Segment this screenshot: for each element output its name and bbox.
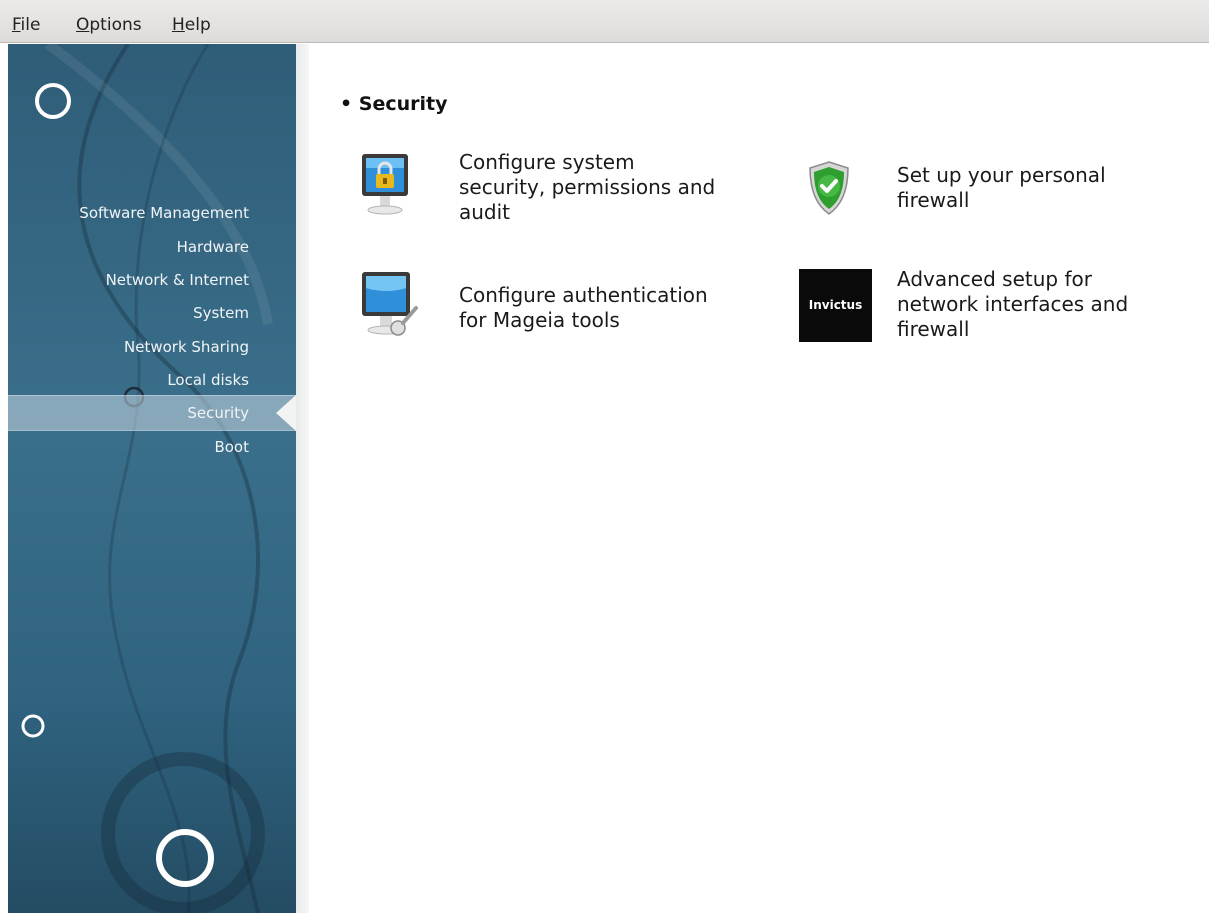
sidebar-item-hardware[interactable]: Hardware	[177, 238, 249, 256]
tool-configure-authentication[interactable]: Configure authentication for Mageia tool…	[360, 268, 760, 348]
monitor-key-icon	[362, 272, 418, 336]
sidebar-item-security[interactable]: Security	[187, 404, 249, 422]
section-title: • Security	[340, 93, 448, 115]
tool-configure-system-security[interactable]: Configure system security, permissions a…	[360, 148, 760, 228]
tool-advanced-network-firewall[interactable]: Invictus Advanced setup for network inte…	[799, 266, 1199, 348]
monitor-lock-icon	[362, 154, 408, 215]
tool-label-line1: Configure authentication	[459, 283, 708, 307]
menu-file[interactable]: File	[12, 15, 40, 35]
menu-bar: File Options Help	[0, 0, 1209, 43]
menu-help-accel: H	[172, 15, 185, 35]
sidebar-selection-highlight	[8, 395, 296, 431]
invictus-icon: Invictus	[799, 269, 872, 342]
shield-check-icon	[809, 161, 849, 215]
menu-options-label: ptions	[89, 15, 142, 35]
tool-label-line2: security, permissions and	[459, 175, 716, 199]
tool-label-line2: network interfaces and	[897, 292, 1129, 316]
sidebar-item-local-disks[interactable]: Local disks	[167, 371, 249, 389]
menu-file-label: ile	[20, 15, 41, 35]
sidebar: Software Management Hardware Network & I…	[8, 44, 296, 913]
tool-label-line1: Set up your personal	[897, 163, 1106, 187]
sidebar-edge	[296, 44, 309, 913]
menu-options-accel: O	[76, 15, 90, 35]
sidebar-decoration	[21, 44, 273, 913]
selection-arrow-icon	[276, 395, 296, 431]
ring-icon-left	[21, 714, 45, 738]
ring-icon-top	[35, 83, 71, 119]
sidebar-item-system[interactable]: System	[193, 304, 249, 322]
tool-label-line1: Configure system	[459, 150, 635, 174]
menu-options[interactable]: Options	[76, 15, 142, 35]
sidebar-item-software-management[interactable]: Software Management	[79, 204, 249, 222]
tool-label-line1: Advanced setup for	[897, 267, 1092, 291]
sidebar-item-network-internet[interactable]: Network & Internet	[106, 271, 249, 289]
menu-help[interactable]: Help	[172, 15, 211, 35]
tool-label-line3: firewall	[897, 317, 970, 341]
menu-file-accel: F	[12, 15, 21, 35]
menu-help-label: elp	[184, 15, 211, 35]
tool-personal-firewall[interactable]: Set up your personal firewall	[806, 158, 1186, 228]
tool-label-line3: audit	[459, 200, 511, 224]
sidebar-item-boot[interactable]: Boot	[214, 438, 249, 456]
tool-label-line2: for Mageia tools	[459, 308, 620, 332]
tool-label-line2: firewall	[897, 188, 970, 212]
sidebar-item-network-sharing[interactable]: Network Sharing	[124, 338, 249, 356]
